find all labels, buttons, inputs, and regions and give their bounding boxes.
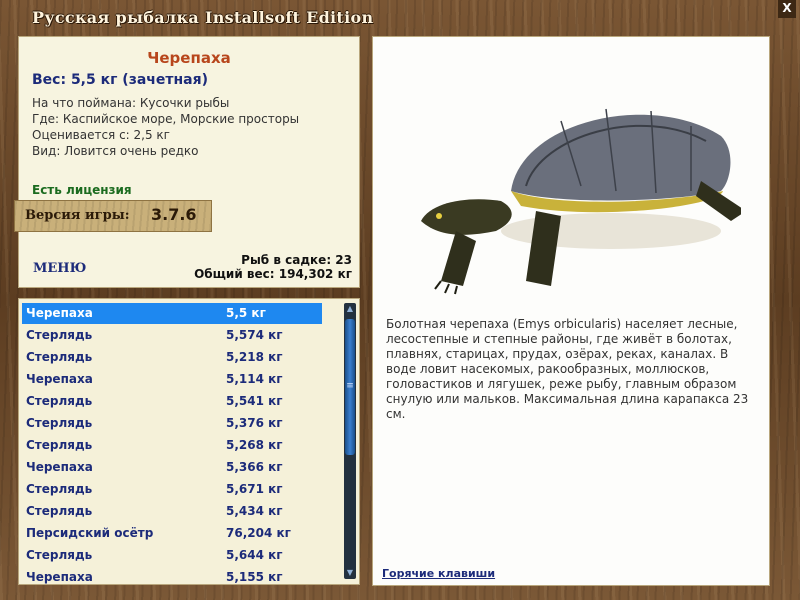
version-label: Версия игры: xyxy=(25,208,130,223)
version-value: 3.7.6 xyxy=(151,205,197,224)
cage-summary: Рыб в садке: 23 Общий вес: 194,302 кг xyxy=(194,253,352,281)
catch-fish-name: Черепаха xyxy=(147,49,231,67)
catch-rarity: Вид: Ловится очень редко xyxy=(32,144,199,158)
fish-list-row[interactable]: Стерлядь 5,671 кг xyxy=(22,479,322,500)
fish-list-row[interactable]: Черепаха 5,155 кг xyxy=(22,567,322,584)
close-button[interactable]: X xyxy=(778,0,796,18)
fish-list-row[interactable]: Стерлядь 5,541 кг xyxy=(22,391,322,412)
turtle-image xyxy=(421,108,741,295)
fish-list-row[interactable]: Черепаха 5,114 кг xyxy=(22,369,322,390)
fish-list-name: Черепаха xyxy=(26,570,93,584)
fish-list-weight: 5,114 кг xyxy=(226,372,283,386)
fish-list-weight: 5,155 кг xyxy=(226,570,283,584)
fish-list-row[interactable]: Черепаха 5,366 кг xyxy=(22,457,322,478)
cage-total-weight: Общий вес: 194,302 кг xyxy=(194,267,352,281)
fish-list-weight: 5,671 кг xyxy=(226,482,283,496)
fish-list-name: Черепаха xyxy=(26,460,93,474)
license-status: Есть лицензия xyxy=(32,183,132,197)
fish-list-weight: 5,366 кг xyxy=(226,460,283,474)
catch-value: Оценивается с: 2,5 кг xyxy=(32,128,170,142)
fish-list-weight: 76,204 кг xyxy=(226,526,291,540)
fish-list-row[interactable]: Стерлядь 5,268 кг xyxy=(22,435,322,456)
catch-info-panel: Черепаха Вес: 5,5 кг (зачетная) На что п… xyxy=(18,36,360,288)
fish-list-weight: 5,268 кг xyxy=(226,438,283,452)
fish-list-row[interactable]: Черепаха 5,5 кг xyxy=(22,303,322,324)
fish-list: Черепаха 5,5 кг Стерлядь 5,574 кг Стерлядь 5,… xyxy=(18,298,360,585)
fish-list-row[interactable]: Стерлядь 5,376 кг xyxy=(22,413,322,434)
menu-button[interactable]: МЕНЮ xyxy=(33,261,86,276)
grip-icon: ≡ xyxy=(346,381,354,391)
catch-weight: Вес: 5,5 кг (зачетная) xyxy=(32,72,209,88)
fish-list-weight: 5,541 кг xyxy=(226,394,283,408)
fish-list-name: Стерлядь xyxy=(26,416,93,430)
fish-list-row[interactable]: Стерлядь 5,644 кг xyxy=(22,545,322,566)
hotkeys-link[interactable]: Горячие клавиши xyxy=(382,567,495,580)
fish-list-name: Черепаха xyxy=(26,372,93,386)
fish-list-row[interactable]: Стерлядь 5,574 кг xyxy=(22,325,322,346)
fish-list-weight: 5,5 кг xyxy=(226,306,266,320)
fish-list-weight: 5,376 кг xyxy=(226,416,283,430)
fish-list-name: Стерлядь xyxy=(26,504,93,518)
scroll-up-icon[interactable]: ▲ xyxy=(344,303,356,315)
fish-list-name: Черепаха xyxy=(26,306,93,320)
version-box: Версия игры: 3.7.6 xyxy=(14,200,212,232)
fish-list-weight: 5,434 кг xyxy=(226,504,283,518)
fish-list-row[interactable]: Стерлядь 5,218 кг xyxy=(22,347,322,368)
fish-list-weight: 5,218 кг xyxy=(226,350,283,364)
fish-description: Болотная черепаха (Emys orbicularis) нас… xyxy=(386,317,749,421)
catch-location: Где: Каспийское море, Морские просторы xyxy=(32,112,300,126)
scroll-thumb[interactable]: ≡ xyxy=(345,319,355,455)
fish-list-weight: 5,644 кг xyxy=(226,548,283,562)
list-scrollbar[interactable]: ▲ ≡ ▼ xyxy=(344,303,356,579)
fish-list-name: Стерлядь xyxy=(26,482,93,496)
cage-count: Рыб в садке: 23 xyxy=(241,253,352,267)
title-bar: Русская рыбалка Installsoft Edition X xyxy=(0,0,800,34)
fish-list-row[interactable]: Стерлядь 5,434 кг xyxy=(22,501,322,522)
catch-bait: На что поймана: Кусочки рыбы xyxy=(32,96,230,110)
fish-detail-panel: Болотная черепаха (Emys orbicularis) нас… xyxy=(372,36,770,586)
scroll-down-icon[interactable]: ▼ xyxy=(344,567,356,579)
fish-list-name: Персидский осётр xyxy=(26,526,154,540)
fish-list-weight: 5,574 кг xyxy=(226,328,283,342)
fish-list-name: Стерлядь xyxy=(26,328,93,342)
fish-list-name: Стерлядь xyxy=(26,394,93,408)
fish-list-row[interactable]: Персидский осётр 76,204 кг xyxy=(22,523,322,544)
fish-list-name: Стерлядь xyxy=(26,438,93,452)
fish-list-name: Стерлядь xyxy=(26,548,93,562)
fish-list-name: Стерлядь xyxy=(26,350,93,364)
window-title: Русская рыбалка Installsoft Edition xyxy=(32,8,374,27)
